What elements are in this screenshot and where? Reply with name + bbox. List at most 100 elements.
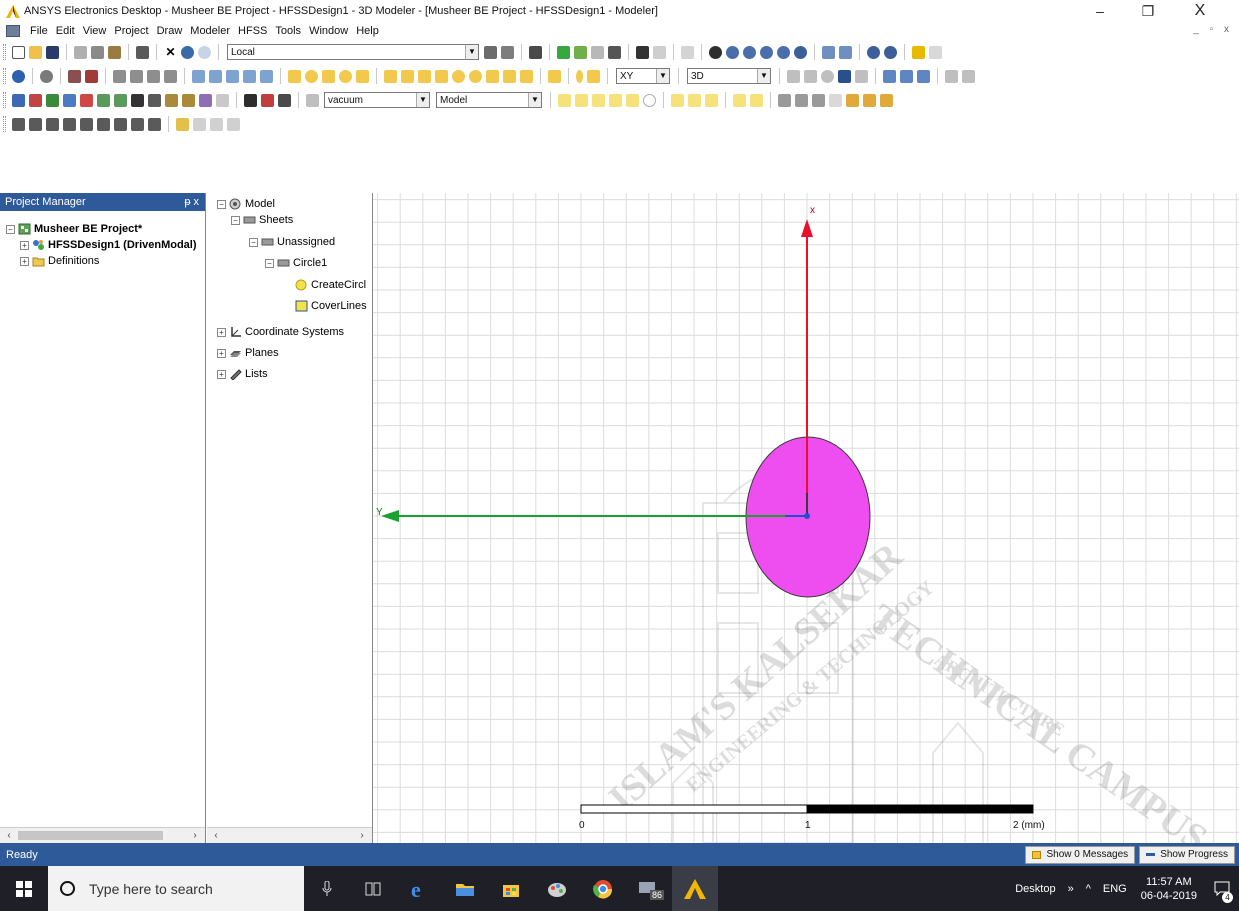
view-top-icon[interactable] — [97, 117, 110, 131]
start-button[interactable] — [0, 866, 48, 911]
model-tree-hscrollbar[interactable]: ‹ › — [207, 827, 372, 843]
arc-center-icon[interactable] — [243, 69, 256, 83]
view-trimetric-icon[interactable] — [131, 117, 144, 131]
scroll-right-icon[interactable]: › — [188, 829, 202, 842]
line-icon[interactable] — [192, 69, 205, 83]
measure-icon[interactable] — [484, 45, 497, 59]
tree-item-create-circle[interactable]: CreateCircl — [295, 277, 366, 293]
toolbar-grip[interactable] — [3, 44, 6, 60]
circle-icon[interactable] — [305, 69, 318, 83]
tree-item-sheets[interactable]: − Sheets — [231, 212, 293, 228]
arc-select-icon[interactable] — [643, 93, 656, 107]
polyhedron-icon[interactable] — [418, 69, 431, 83]
move-icon[interactable] — [113, 69, 126, 83]
microphone-icon[interactable] — [304, 866, 350, 911]
pin-close-controls[interactable]: ᵽ x — [184, 196, 199, 208]
grid-settings-icon[interactable] — [501, 45, 514, 59]
delete-icon[interactable]: ✕ — [164, 45, 177, 59]
desktop-toolbar-label[interactable]: Desktop — [1015, 883, 1055, 895]
wave-port-icon[interactable] — [114, 93, 127, 107]
taskbar-search-box[interactable]: Type here to search — [48, 866, 304, 911]
chevron-down-icon[interactable]: ▼ — [528, 93, 541, 107]
mdi-controls[interactable]: _ ▫ x — [1193, 24, 1233, 35]
menu-draw[interactable]: Draw — [153, 25, 187, 37]
cut-icon[interactable] — [74, 45, 87, 59]
solve-all-icon[interactable] — [261, 93, 274, 107]
view-back-icon[interactable] — [46, 117, 59, 131]
assign-excitation-icon[interactable] — [29, 93, 42, 107]
project-hscrollbar[interactable]: ‹ › — [0, 827, 205, 843]
collapse-icon[interactable]: − — [231, 215, 240, 225]
scroll-left-icon[interactable]: ‹ — [209, 829, 223, 842]
cone-icon[interactable] — [435, 69, 448, 83]
sweep-icon[interactable] — [165, 93, 178, 107]
view-left-icon[interactable] — [63, 117, 76, 131]
menu-view[interactable]: View — [79, 25, 111, 37]
copy-icon[interactable] — [91, 45, 104, 59]
tree-item-unassigned[interactable]: − Unassigned — [249, 234, 335, 250]
measure-mode-icon[interactable] — [176, 117, 189, 131]
collapse-icon[interactable]: − — [265, 258, 274, 268]
toolbar-grip[interactable] — [3, 68, 6, 84]
face-list-icon[interactable] — [733, 93, 746, 107]
tree-item-design[interactable]: + HFSSDesign1 (DrivenModal) — [20, 237, 197, 253]
scroll-thumb[interactable] — [18, 831, 163, 840]
bondwire-icon[interactable] — [520, 69, 533, 83]
perfect-e-icon[interactable] — [63, 93, 76, 107]
modeler-viewport[interactable]: ISLAM'S KALSEKAR TECHNICAL CAMPUS ENGINE… — [373, 193, 1239, 843]
clock[interactable]: 11:57 AM 06-04-2019 — [1141, 875, 1197, 903]
grid-toggle-icon[interactable] — [671, 93, 684, 107]
close-button[interactable]: X — [1180, 0, 1220, 22]
pan-icon[interactable] — [709, 45, 722, 59]
measure-distance-icon[interactable] — [705, 93, 718, 107]
view-cube-icon[interactable] — [12, 117, 25, 131]
expand-icon[interactable]: + — [20, 256, 29, 266]
edge-browser-icon[interactable]: e — [396, 866, 442, 911]
optimetrics-icon[interactable] — [182, 93, 195, 107]
history-icon[interactable] — [917, 69, 930, 83]
object-select-icon[interactable] — [626, 93, 639, 107]
measure-disabled-icon[interactable] — [227, 117, 240, 131]
view-front-icon[interactable] — [29, 117, 42, 131]
sphere-icon[interactable] — [452, 69, 465, 83]
analyze-icon[interactable] — [574, 45, 587, 59]
boolean-intersect-icon[interactable] — [85, 69, 98, 83]
box-icon[interactable] — [384, 69, 397, 83]
relative-cs-icon[interactable] — [587, 69, 600, 83]
info-icon[interactable] — [12, 69, 25, 83]
fields-icon[interactable] — [883, 69, 896, 83]
toolbar-expand-chevron[interactable]: » — [1068, 883, 1074, 895]
helix-icon[interactable] — [486, 69, 499, 83]
save-icon[interactable] — [46, 45, 59, 59]
coord-system-select[interactable]: Local ▼ — [227, 44, 479, 60]
minimize-button[interactable]: – — [1080, 0, 1120, 22]
zoom-out-icon[interactable] — [839, 45, 852, 59]
fit-selection-icon[interactable] — [884, 45, 897, 59]
duplicate-icon[interactable] — [164, 69, 177, 83]
grid-snap-icon[interactable] — [558, 93, 571, 107]
spin-icon[interactable] — [777, 45, 790, 59]
plane-select[interactable]: XY ▼ — [616, 68, 670, 84]
ellipse-icon[interactable] — [339, 69, 352, 83]
new-file-icon[interactable] — [12, 45, 25, 59]
collapse-icon[interactable]: − — [249, 237, 258, 247]
torus-icon[interactable] — [469, 69, 482, 83]
task-view-icon[interactable] — [350, 866, 396, 911]
equation-surface-icon[interactable] — [356, 69, 369, 83]
view-right-icon[interactable] — [80, 117, 93, 131]
menu-help[interactable]: Help — [352, 25, 383, 37]
expand-icon[interactable]: + — [217, 348, 226, 358]
tree-item-planes[interactable]: + Planes — [217, 345, 279, 361]
menu-tools[interactable]: Tools — [271, 25, 305, 37]
model-type-select[interactable]: Model ▼ — [436, 92, 542, 108]
ansys-taskbar-icon[interactable] — [672, 866, 718, 911]
rotate-object-icon[interactable] — [130, 69, 143, 83]
face-select-icon[interactable] — [575, 93, 588, 107]
paste-icon[interactable] — [108, 45, 121, 59]
split-icon[interactable] — [778, 93, 791, 107]
equation-curve-icon[interactable] — [260, 69, 273, 83]
show-messages-button[interactable]: Show 0 Messages — [1025, 845, 1136, 864]
chevron-down-icon[interactable]: ▼ — [465, 45, 478, 59]
point-icon[interactable] — [548, 69, 561, 83]
radiation-icon[interactable] — [46, 93, 59, 107]
